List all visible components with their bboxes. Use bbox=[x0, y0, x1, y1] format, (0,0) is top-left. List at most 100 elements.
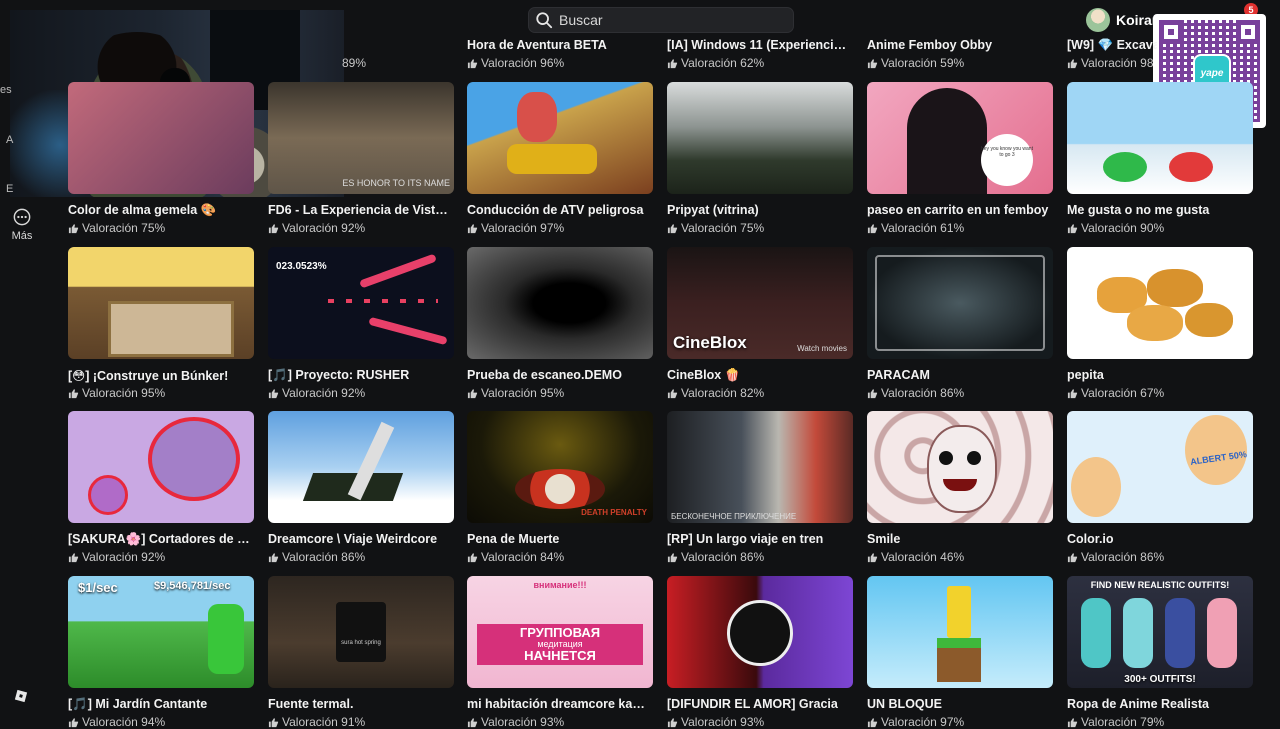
rating: Valoración 95% bbox=[467, 386, 564, 400]
rating: Valoración 94% bbox=[68, 715, 165, 729]
game-thumbnail[interactable]: hey you know you want to go 3 bbox=[867, 82, 1053, 194]
search-icon bbox=[536, 12, 553, 29]
game-thumbnail[interactable]: CineBlox Watch movies bbox=[667, 247, 853, 359]
thumbs-up-icon bbox=[1067, 717, 1078, 727]
rating-text: Valoración 82% bbox=[681, 386, 765, 400]
rating: Valoración 75% bbox=[667, 221, 764, 235]
game-title[interactable]: [IA] Windows 11 (Experiencia re... bbox=[667, 38, 853, 52]
thumbs-up-icon bbox=[1067, 388, 1078, 398]
game-title[interactable]: [SAKURA🌸] Cortadores de hier... bbox=[68, 532, 254, 547]
nugget-shape bbox=[1127, 305, 1183, 341]
thumbs-up-icon bbox=[68, 223, 79, 233]
sidebar-fragment[interactable]: E bbox=[6, 183, 13, 195]
game-thumbnail[interactable] bbox=[1067, 82, 1253, 194]
game-title[interactable]: mi habitación dreamcore kawaii bbox=[467, 697, 653, 711]
character-shape bbox=[907, 88, 987, 194]
note-bar bbox=[368, 316, 448, 346]
thumbnail-text-block: ГРУППОВАЯ медитация НАЧНЕТСЯ bbox=[477, 624, 643, 665]
game-thumbnail[interactable]: ALBERT 50% bbox=[1067, 411, 1253, 523]
rating-text: Valoración 92% bbox=[282, 386, 366, 400]
game-title[interactable]: Dreamcore \ Viaje Weirdcore bbox=[268, 532, 454, 546]
search-bar[interactable]: Buscar bbox=[528, 7, 794, 33]
rating-text: Valoración 67% bbox=[1081, 386, 1165, 400]
rating: Valoración 93% bbox=[667, 715, 764, 729]
game-thumbnail[interactable] bbox=[68, 82, 254, 194]
rating: Valoración 92% bbox=[268, 221, 365, 235]
game-title[interactable]: Prueba de escaneo.DEMO bbox=[467, 368, 653, 382]
rating: Valoración 98 bbox=[1067, 56, 1154, 70]
character-shape bbox=[1081, 598, 1111, 668]
game-thumbnail[interactable] bbox=[867, 247, 1053, 359]
character-shape bbox=[1165, 598, 1195, 668]
thumbs-up-icon bbox=[867, 717, 878, 727]
game-title[interactable]: Color de alma gemela 🎨 bbox=[68, 203, 254, 218]
game-title[interactable]: PARACAM bbox=[867, 368, 1053, 382]
game-title[interactable]: [W9] 💎 Excava bbox=[1067, 38, 1157, 53]
game-thumbnail[interactable]: DEATH PENALTY bbox=[467, 411, 653, 523]
game-thumbnail[interactable] bbox=[867, 576, 1053, 688]
game-thumbnail[interactable] bbox=[68, 247, 254, 359]
game-title[interactable]: Conducción de ATV peligrosa bbox=[467, 203, 653, 217]
game-thumbnail[interactable]: БЕСКОНЕЧНОЕ ПРИКЛЮЧЕНИЕ bbox=[667, 411, 853, 523]
game-title[interactable]: Smile bbox=[867, 532, 1053, 546]
game-thumbnail[interactable]: 023.0523% bbox=[268, 247, 454, 359]
thumbnail-banner: FIND NEW REALISTIC OUTFITS! bbox=[1090, 580, 1230, 590]
game-title[interactable]: pepita bbox=[1067, 368, 1253, 382]
profile-link[interactable]: Koiran bbox=[1086, 8, 1160, 32]
rating: Valoración 79% bbox=[1067, 715, 1164, 729]
search-input[interactable]: Buscar bbox=[559, 12, 603, 28]
game-thumbnail[interactable]: внимание!!! ГРУППОВАЯ медитация НАЧНЕТСЯ bbox=[467, 576, 653, 688]
game-thumbnail[interactable] bbox=[1067, 247, 1253, 359]
rating: Valoración 59% bbox=[867, 56, 964, 70]
game-thumbnail[interactable] bbox=[867, 411, 1053, 523]
game-title[interactable]: UN BLOQUE bbox=[867, 697, 1053, 711]
game-title[interactable]: Pripyat (vitrina) bbox=[667, 203, 853, 217]
game-thumbnail[interactable]: FIND NEW REALISTIC OUTFITS! 300+ OUTFITS… bbox=[1067, 576, 1253, 688]
game-title[interactable]: Pena de Muerte bbox=[467, 532, 653, 546]
game-title[interactable]: paseo en carrito en un femboy bbox=[867, 203, 1053, 217]
game-title[interactable]: Fuente termal. bbox=[268, 697, 454, 711]
block-shape bbox=[937, 638, 981, 682]
sidebar-fragment[interactable]: es bbox=[0, 84, 12, 96]
game-title[interactable]: [😳] ¡Construye un Búnker! bbox=[68, 368, 254, 383]
rating-text: Valoración 59% bbox=[881, 56, 965, 70]
rating: Valoración 86% bbox=[1067, 550, 1164, 564]
game-thumbnail[interactable] bbox=[467, 82, 653, 194]
sidebar-fragment[interactable]: A bbox=[6, 134, 13, 146]
game-thumbnail[interactable] bbox=[667, 576, 853, 688]
roblox-logo-icon[interactable] bbox=[14, 689, 28, 703]
game-title[interactable]: Me gusta o no me gusta bbox=[1067, 203, 1253, 217]
game-title[interactable]: Anime Femboy Obby bbox=[867, 38, 1053, 52]
rating: Valoración 91% bbox=[268, 715, 365, 729]
character-shape bbox=[947, 586, 971, 638]
thumbnail-caption: DEATH PENALTY bbox=[581, 508, 647, 517]
game-title[interactable]: Color.io bbox=[1067, 532, 1253, 546]
rating-text: Valoración 95% bbox=[481, 386, 565, 400]
thumbs-up-icon bbox=[268, 552, 279, 562]
game-title[interactable]: [DIFUNDIR EL AMOR] Gracia bbox=[667, 697, 853, 711]
game-thumbnail[interactable] bbox=[268, 411, 454, 523]
thumbs-up-icon bbox=[667, 388, 678, 398]
thumbs-up-icon bbox=[467, 223, 478, 233]
rating-text: Valoración 93% bbox=[681, 715, 765, 729]
game-title[interactable]: [RP] Un largo viaje en tren bbox=[667, 532, 853, 546]
sidebar-item-more[interactable]: Más bbox=[8, 208, 36, 242]
game-title[interactable]: Ropa de Anime Realista bbox=[1067, 697, 1253, 711]
thumbnail-caption: БЕСКОНЕЧНОЕ ПРИКЛЮЧЕНИЕ bbox=[671, 512, 797, 521]
game-thumbnail[interactable] bbox=[68, 411, 254, 523]
game-title[interactable]: [🎵] Mi Jardín Cantante bbox=[68, 697, 254, 712]
game-title[interactable]: [🎵] Proyecto: RUSHER bbox=[268, 368, 454, 383]
rating: Valoración 62% bbox=[667, 56, 764, 70]
thumbs-up-icon bbox=[467, 58, 478, 68]
game-title[interactable]: CineBlox 🍿 bbox=[667, 368, 853, 383]
game-title[interactable]: FD6 - La Experiencia de Vista al ... bbox=[268, 203, 454, 217]
rating: Valoración 84% bbox=[467, 550, 564, 564]
game-title[interactable]: Hora de Aventura BETA bbox=[467, 38, 653, 52]
thumbs-up-icon bbox=[268, 223, 279, 233]
game-thumbnail[interactable]: sura hot spring bbox=[268, 576, 454, 688]
game-thumbnail[interactable] bbox=[467, 247, 653, 359]
avatar[interactable] bbox=[1086, 8, 1110, 32]
game-thumbnail[interactable]: $1/sec $9,546,781/sec bbox=[68, 576, 254, 688]
game-thumbnail[interactable] bbox=[667, 82, 853, 194]
game-thumbnail[interactable]: ES HONOR TO ITS NAME bbox=[268, 82, 454, 194]
